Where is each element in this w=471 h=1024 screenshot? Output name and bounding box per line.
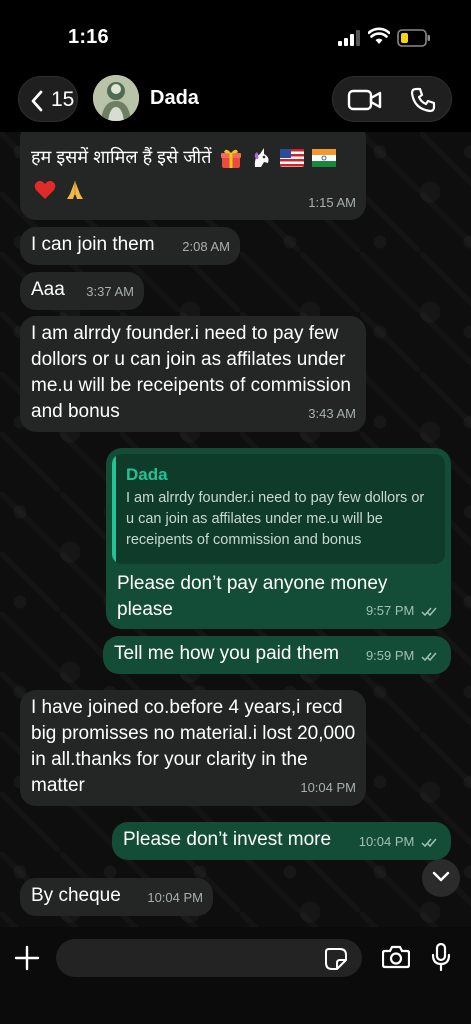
message-time: 3:43 AM: [308, 406, 356, 421]
message-list[interactable]: हम इसमें शामिल हैं इसे जीतें 1:15 AM I c…: [0, 132, 471, 927]
message-time: 10:04 PM: [147, 890, 203, 905]
message-field[interactable]: [56, 939, 362, 977]
video-call-icon[interactable]: [347, 88, 383, 112]
quoted-message[interactable]: Dada I am alrrdy founder.i need to pay f…: [112, 454, 445, 564]
contact-avatar[interactable]: [93, 75, 139, 121]
scroll-to-bottom-button[interactable]: [422, 859, 460, 897]
quote-author: Dada: [126, 465, 168, 484]
microphone-icon[interactable]: [431, 943, 451, 971]
message-text: By cheque: [31, 885, 121, 906]
message-text: Tell me how you paid them: [114, 643, 339, 664]
message-incoming[interactable]: हम इसमें शामिल हैं इसे जीतें 1:15 AM: [20, 132, 366, 220]
chevron-down-icon: [432, 871, 450, 882]
message-time: 9:59 PM: [366, 643, 439, 669]
message-text: Please don’t invest more: [123, 829, 332, 850]
message-outgoing[interactable]: Tell me how you paid them 9:59 PM: [103, 636, 451, 674]
contact-name[interactable]: Dada: [150, 87, 199, 110]
us-flag-emoji-icon: [279, 149, 304, 168]
folded-hands-emoji-icon: [67, 180, 84, 199]
message-time: 3:37 AM: [86, 284, 134, 299]
avatar-image: [93, 75, 139, 121]
message-text: I can join them: [31, 234, 155, 255]
message-incoming[interactable]: I have joined co.before 4 years,i recd b…: [20, 690, 366, 806]
unread-count: 15: [51, 88, 75, 111]
call-actions: [332, 76, 452, 122]
gift-emoji-icon: [220, 149, 241, 169]
quote-text: I am alrrdy founder.i need to pay few do…: [126, 490, 425, 548]
message-time: 2:08 AM: [182, 239, 230, 254]
message-text: हम इसमें शामिल हैं इसे जीतें: [31, 147, 212, 167]
message-incoming[interactable]: I am alrrdy founder.i need to pay few do…: [20, 316, 366, 432]
message-time: 10:04 PM: [300, 780, 356, 795]
message-incoming[interactable]: By cheque 10:04 PM: [20, 878, 213, 916]
phone-call-icon[interactable]: [409, 86, 437, 114]
message-outgoing[interactable]: Dada I am alrrdy founder.i need to pay f…: [106, 448, 451, 629]
message-outgoing[interactable]: Please don’t invest more 10:04 PM: [112, 822, 451, 860]
read-receipt-icon: [421, 652, 437, 661]
heart-emoji-icon: [34, 180, 56, 199]
quote-accent-bar: [112, 454, 116, 564]
message-time: 1:15 AM: [308, 195, 356, 210]
composer-bar: [0, 927, 471, 1024]
unicorn-emoji-icon: [254, 148, 269, 168]
status-time: 1:16: [68, 26, 109, 48]
cellular-signal-icon: [338, 30, 360, 46]
message-time: 9:57 PM: [366, 598, 439, 624]
wifi-icon: [368, 27, 390, 44]
battery-low-icon: [397, 29, 430, 47]
sticker-icon[interactable]: [324, 947, 348, 971]
read-receipt-icon: [421, 607, 437, 616]
camera-icon[interactable]: [382, 945, 410, 969]
message-incoming[interactable]: Aaa 3:37 AM: [20, 272, 144, 310]
message-incoming[interactable]: I can join them 2:08 AM: [20, 227, 240, 265]
chevron-left-icon: [31, 90, 43, 112]
message-time: 10:04 PM: [359, 829, 439, 855]
plus-icon[interactable]: [14, 945, 40, 971]
read-receipt-icon: [421, 838, 437, 847]
chat-header: 15 Dada: [0, 70, 471, 132]
message-input[interactable]: [70, 939, 320, 977]
india-flag-emoji-icon: [311, 149, 336, 168]
back-button[interactable]: 15: [18, 76, 78, 122]
message-text: Aaa: [31, 279, 65, 300]
status-bar: 1:16: [0, 0, 471, 70]
